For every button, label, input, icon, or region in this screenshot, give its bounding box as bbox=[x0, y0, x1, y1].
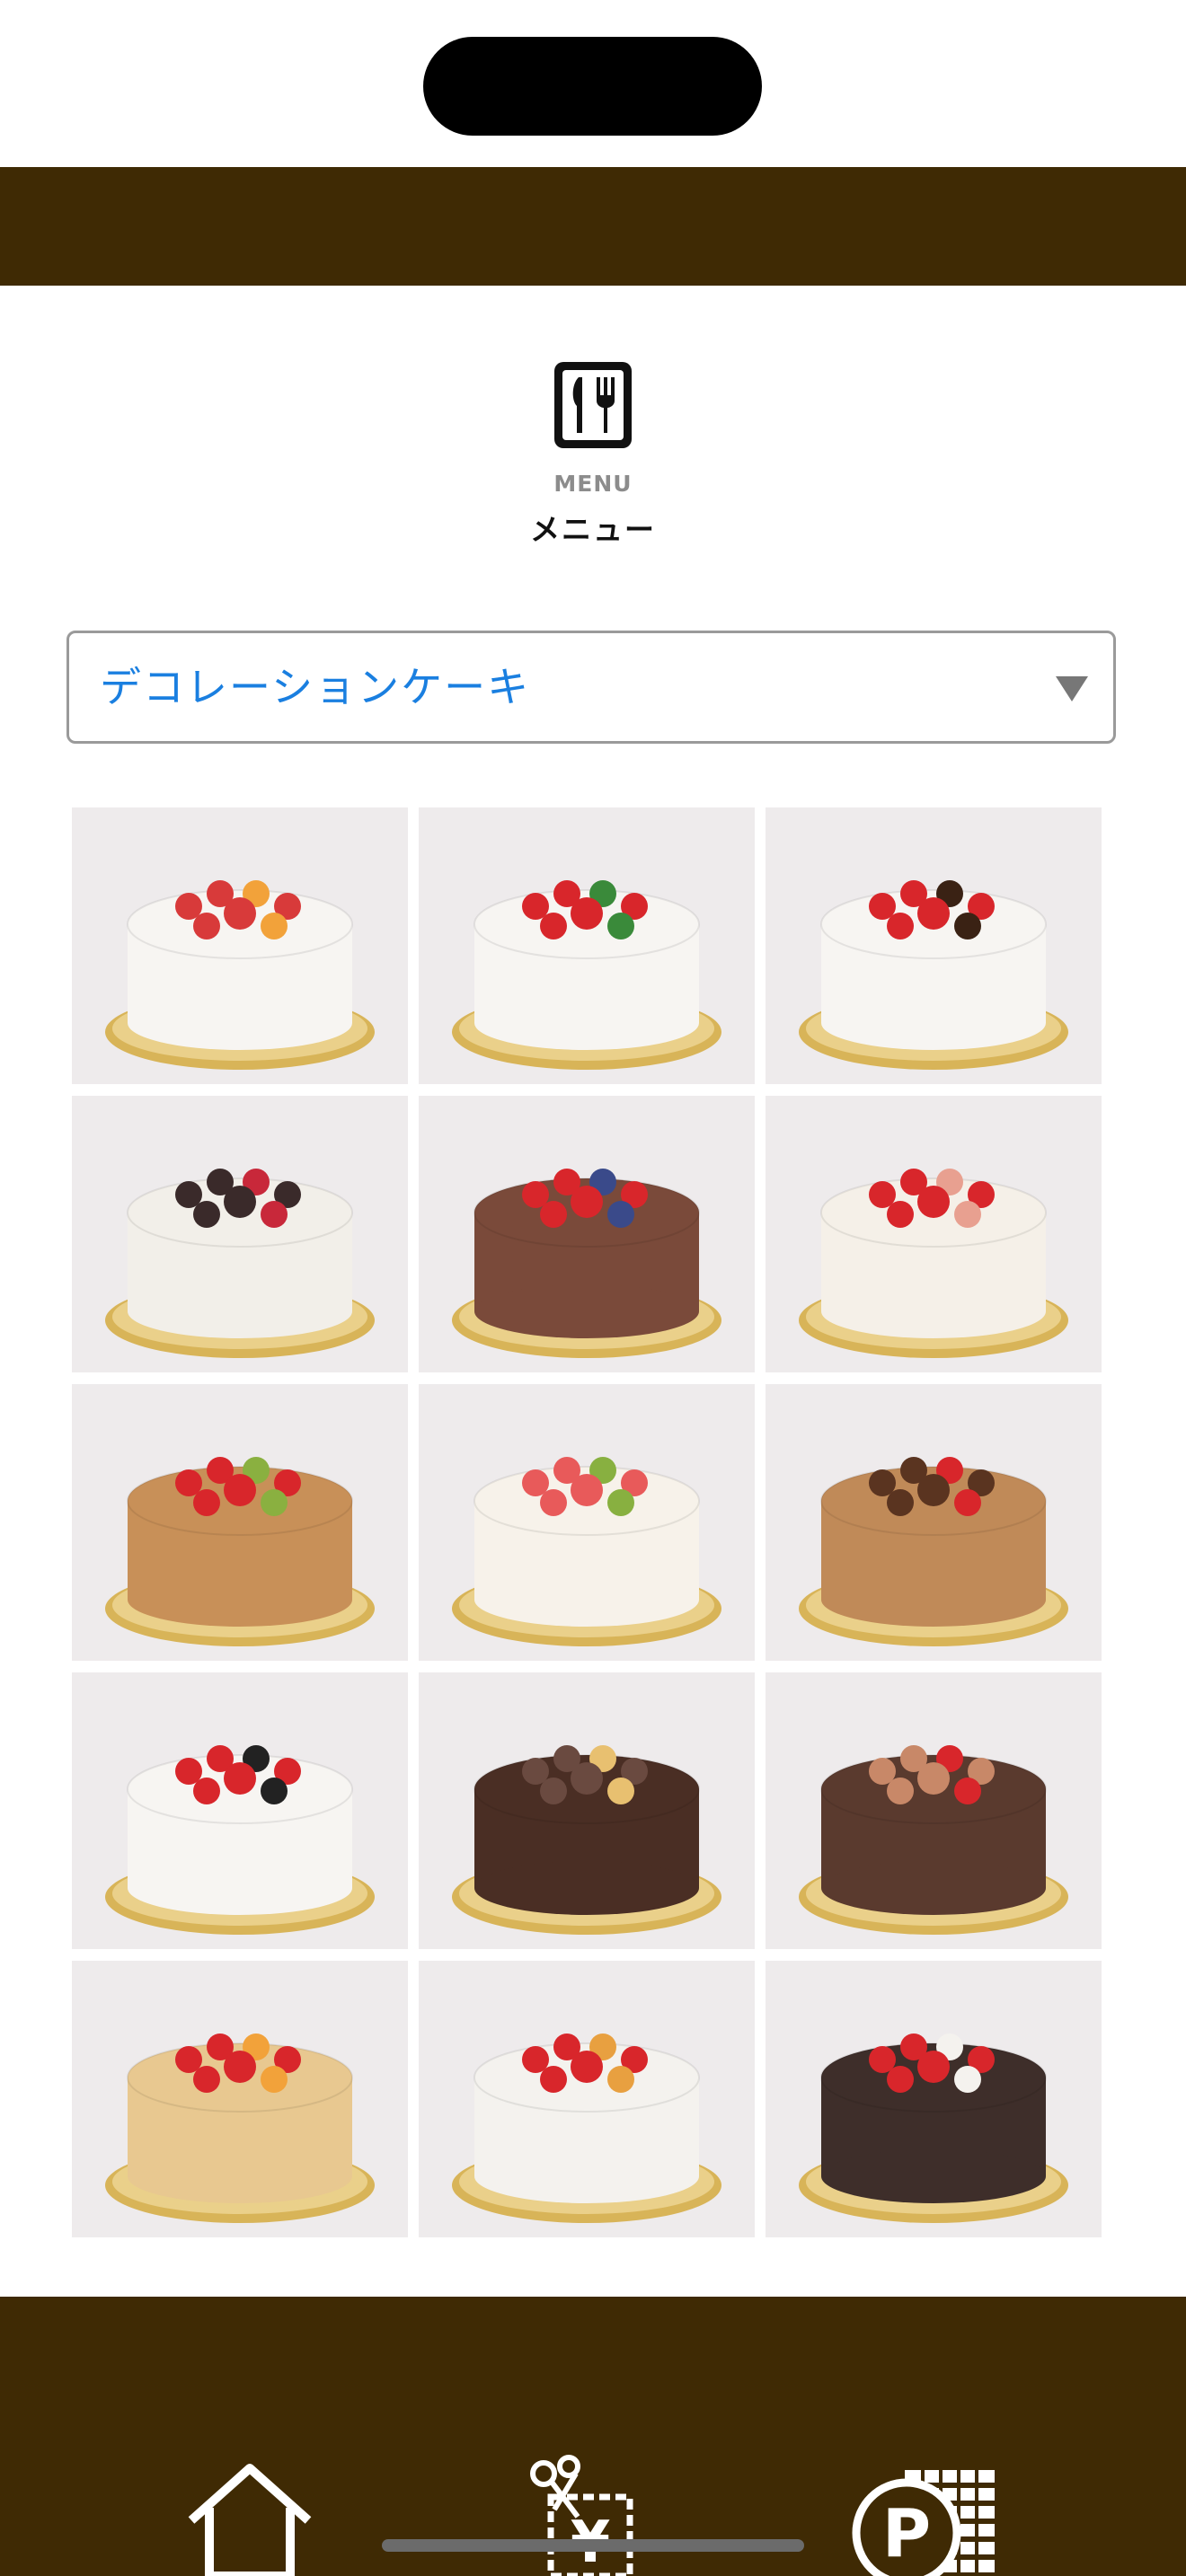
cake-illustration bbox=[766, 1961, 1102, 2237]
chocolate-strawberry-cake-photo[interactable] bbox=[419, 1096, 755, 1372]
app-screen: MENU メニュー デコレーションケーキ ¥ bbox=[0, 0, 1186, 2576]
cake-illustration bbox=[419, 1384, 755, 1661]
svg-text:P: P bbox=[882, 2495, 931, 2572]
cake-illustration bbox=[419, 1961, 755, 2237]
cake-illustration bbox=[72, 807, 408, 1084]
car-cake-photo[interactable] bbox=[766, 1961, 1102, 2237]
status-area bbox=[0, 0, 1186, 167]
cake-illustration bbox=[419, 1672, 755, 1949]
fruit-tart-photo[interactable] bbox=[72, 1384, 408, 1661]
cake-illustration bbox=[766, 807, 1102, 1084]
coupon-yen-icon[interactable]: ¥ bbox=[524, 2454, 641, 2576]
dynamic-island bbox=[423, 37, 762, 136]
cake-illustration bbox=[766, 1096, 1102, 1372]
cake-illustration bbox=[419, 1096, 755, 1372]
cake-illustration bbox=[72, 1961, 408, 2237]
chocolate-castle-cake-photo[interactable] bbox=[419, 1672, 755, 1949]
fork-knife-icon bbox=[554, 362, 632, 448]
menu-heading: MENU メニュー bbox=[0, 359, 1186, 549]
cake-illustration bbox=[766, 1672, 1102, 1949]
cake-illustration bbox=[72, 1672, 408, 1949]
piano-cake-photo[interactable] bbox=[72, 1672, 408, 1949]
cake-illustration bbox=[766, 1384, 1102, 1661]
cake-illustration bbox=[72, 1384, 408, 1661]
category-select[interactable]: デコレーションケーキ bbox=[66, 631, 1116, 744]
category-select-value: デコレーションケーキ bbox=[100, 663, 531, 711]
menu-label-en: MENU bbox=[553, 471, 633, 497]
cake-illustration bbox=[419, 807, 755, 1084]
menu-label-ja: メニュー bbox=[530, 512, 656, 547]
strawberry-cream-cake-photo[interactable] bbox=[766, 1096, 1102, 1372]
fruit-decoration-cake-photo[interactable] bbox=[419, 1384, 755, 1661]
choux-tower-cake-photo[interactable] bbox=[72, 1096, 408, 1372]
parking-icon[interactable]: P bbox=[851, 2470, 996, 2576]
fruit-cake-photo[interactable] bbox=[72, 807, 408, 1084]
cake-illustration bbox=[72, 1096, 408, 1372]
grape-cake-photo[interactable] bbox=[419, 1961, 755, 2237]
home-icon[interactable] bbox=[182, 2461, 317, 2576]
strawberry-shortcake-photo[interactable] bbox=[419, 807, 755, 1084]
fruit-cheesecake-photo[interactable] bbox=[72, 1961, 408, 2237]
bear-cake-photo[interactable] bbox=[766, 1672, 1102, 1949]
chocolate-drip-strawberry-cake-photo[interactable] bbox=[766, 807, 1102, 1084]
header-bar bbox=[0, 167, 1186, 286]
mont-blanc-cake-photo[interactable] bbox=[766, 1384, 1102, 1661]
dropdown-triangle-icon bbox=[1056, 676, 1088, 701]
home-indicator bbox=[382, 2539, 804, 2552]
